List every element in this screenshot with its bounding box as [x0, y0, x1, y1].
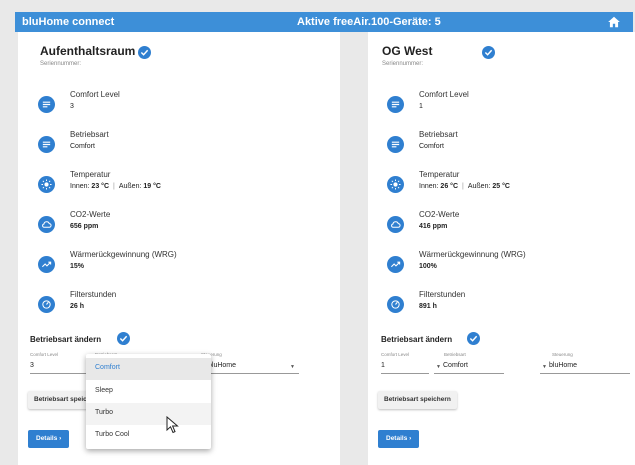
metric-value: 26 h — [70, 303, 85, 310]
verified-check-icon — [467, 332, 480, 345]
mode-field-label: Betriebsart — [444, 352, 466, 357]
metric-label: Filterstunden — [419, 290, 466, 299]
comfort-level-underline — [381, 373, 429, 374]
comfort-level-select[interactable]: 1 — [381, 362, 385, 369]
list-icon — [38, 136, 55, 153]
metric-value: 15% — [70, 263, 85, 270]
serial-number-label: Seriennummer: — [382, 61, 424, 67]
mode-underline — [434, 373, 504, 374]
control-underline — [540, 373, 630, 374]
chevron-right-icon: › — [59, 435, 62, 442]
mode-dropdown-menu: Comfort Sleep Turbo Turbo Cool — [86, 354, 211, 449]
chevron-down-icon[interactable]: ▼ — [290, 364, 295, 370]
verified-check-icon — [482, 46, 495, 59]
metric-label: Wärmerückgewinnung (WRG) — [70, 250, 177, 259]
metric-label: Betriebsart — [70, 130, 109, 139]
metric-label: Betriebsart — [419, 130, 458, 139]
metric-label: CO2-Werte — [419, 210, 460, 219]
metric-value: 1 — [419, 103, 423, 110]
active-devices-title: Aktive freeAir.100-Geräte: 5 — [297, 16, 441, 28]
metric-value: Comfort — [419, 143, 444, 150]
cloud-icon — [38, 216, 55, 233]
comfort-level-select[interactable]: 3 — [30, 362, 34, 369]
metric-value: 891 h — [419, 303, 437, 310]
device-card-og-west: OG West Seriennummer: Comfort Level 1 Be… — [368, 32, 635, 465]
metric-label: Comfort Level — [70, 90, 120, 99]
dropdown-option-comfort[interactable]: Comfort — [86, 358, 211, 380]
control-select[interactable]: bluHome — [549, 362, 577, 369]
metric-value: 656 ppm — [70, 223, 99, 230]
chevron-right-icon: › — [409, 435, 412, 442]
details-button[interactable]: Details › — [28, 430, 70, 448]
comfort-level-field-label: Comfort Level — [30, 352, 59, 357]
metric-value: 3 — [70, 103, 74, 110]
serial-number-label: Seriennummer: — [40, 61, 82, 67]
metric-label: Filterstunden — [70, 290, 117, 299]
metric-label: Temperatur — [70, 170, 111, 179]
home-icon[interactable] — [607, 15, 621, 29]
top-app-bar: bluHome connect Aktive freeAir.100-Gerät… — [15, 12, 633, 32]
chevron-down-icon[interactable]: ▼ — [542, 364, 547, 370]
gauge-icon — [38, 296, 55, 313]
mouse-cursor-icon — [166, 416, 179, 434]
list-icon — [387, 96, 404, 113]
metric-value: Comfort — [70, 143, 95, 150]
metric-value: 416 ppm — [419, 223, 448, 230]
details-button[interactable]: Details › — [378, 430, 420, 448]
save-mode-button[interactable]: Betriebsart speichern — [378, 391, 457, 409]
change-mode-title: Betriebsart ändern — [30, 335, 102, 344]
sun-icon — [38, 176, 55, 193]
metric-value: 100% — [419, 263, 437, 270]
metric-label: Temperatur — [419, 170, 460, 179]
device-name: Aufenthaltsraum — [40, 44, 136, 58]
control-field-label: Steuerung — [552, 352, 573, 357]
mode-select[interactable]: Comfort — [443, 362, 468, 369]
dropdown-option-sleep[interactable]: Sleep — [86, 381, 211, 403]
list-icon — [387, 136, 404, 153]
trending-up-icon — [387, 256, 404, 273]
chevron-down-icon[interactable]: ▼ — [436, 364, 441, 370]
dropdown-option-turbo-cool[interactable]: Turbo Cool — [86, 425, 211, 447]
cloud-icon — [387, 216, 404, 233]
verified-check-icon — [138, 46, 151, 59]
sun-icon — [387, 176, 404, 193]
app-title: bluHome connect — [22, 16, 115, 28]
temperature-values: Innen: 23 °C | Außen: 19 °C — [70, 183, 161, 190]
control-underline — [201, 373, 299, 374]
gauge-icon — [387, 296, 404, 313]
metric-label: Comfort Level — [419, 90, 469, 99]
comfort-level-underline — [30, 373, 90, 374]
change-mode-title: Betriebsart ändern — [381, 335, 453, 344]
dropdown-option-turbo[interactable]: Turbo — [86, 403, 211, 425]
verified-check-icon — [117, 332, 130, 345]
comfort-level-field-label: Comfort Level — [381, 352, 410, 357]
list-icon — [38, 96, 55, 113]
metric-label: CO2-Werte — [70, 210, 111, 219]
trending-up-icon — [38, 256, 55, 273]
control-select[interactable]: bluHome — [208, 362, 236, 369]
device-name: OG West — [382, 44, 433, 58]
temperature-values: Innen: 26 °C | Außen: 25 °C — [419, 183, 510, 190]
metric-label: Wärmerückgewinnung (WRG) — [419, 250, 526, 259]
